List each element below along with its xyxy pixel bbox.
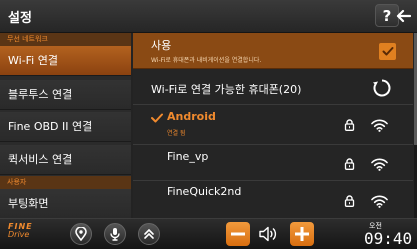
wifi-signal-icon <box>371 195 388 208</box>
map-location-button[interactable] <box>70 223 92 245</box>
lock-icon <box>344 195 355 207</box>
sidebar-item-wifi[interactable]: Wi-Fi 연결 <box>0 46 131 76</box>
wifi-use-checkbox[interactable] <box>379 43 396 60</box>
sidebar-item-quickservice[interactable]: 퀵서비스 연결 <box>0 145 131 175</box>
wifi-use-label: 사용 <box>151 39 172 52</box>
chevron-up-icon <box>144 228 154 239</box>
wifi-use-description: Wi-Fi로 휴대폰과 내비게이션을 연결합니다. <box>151 57 262 64</box>
available-phones-header: Wi-Fi로 연결 가능한 휴대폰(20) <box>133 70 413 105</box>
sidebar-item-bluetooth[interactable]: 블루투스 연결 <box>0 80 131 110</box>
microphone-icon <box>110 228 120 241</box>
device-row-android[interactable]: Android 연결 됨 <box>133 106 413 145</box>
back-button[interactable] <box>391 4 415 27</box>
volume-up-button[interactable] <box>290 222 314 246</box>
device-name: Android <box>167 110 216 123</box>
wifi-use-row[interactable]: 사용 Wi-Fi로 휴대폰과 내비게이션을 연결합니다. <box>133 33 413 69</box>
device-status: 연결 됨 <box>167 130 186 137</box>
device-row-fine-vp[interactable]: Fine_vp <box>133 146 413 181</box>
finedrive-logo[interactable]: FINE Drive <box>8 223 33 239</box>
settings-screen: 설정 ? 무선 네트워크 Wi-Fi 연결 블루투스 연결 Fine OBD I… <box>0 0 417 249</box>
wifi-settings-panel: 사용 Wi-Fi로 휴대폰과 내비게이션을 연결합니다. Wi-Fi로 연결 가… <box>133 33 417 218</box>
device-row-finequick2nd[interactable]: FineQuick2nd <box>133 182 413 218</box>
page-title: 설정 <box>8 11 32 26</box>
volume-down-button[interactable] <box>226 222 250 246</box>
back-arrow-icon <box>396 9 411 22</box>
speaker-icon <box>259 226 277 242</box>
bottom-toolbar: FINE Drive 오전 09:40 <box>0 218 417 249</box>
available-phones-label: Wi-Fi로 연결 가능한 휴대폰(20) <box>151 83 302 96</box>
voice-button[interactable] <box>104 223 126 245</box>
settings-sidebar: 무선 네트워크 Wi-Fi 연결 블루투스 연결 Fine OBD II 연결 … <box>0 33 131 219</box>
connected-check-icon <box>151 113 163 123</box>
sidebar-item-boot-screen[interactable]: 부팅화면 <box>0 189 131 219</box>
refresh-icon[interactable] <box>370 76 394 100</box>
sidebar-item-obd[interactable]: Fine OBD II 연결 <box>0 112 131 142</box>
device-name: Fine_vp <box>167 150 209 163</box>
clock-time: 09:40 <box>364 229 413 248</box>
menu-up-button[interactable] <box>138 223 160 245</box>
wifi-signal-icon <box>371 158 388 171</box>
location-pin-icon <box>75 227 87 241</box>
lock-icon <box>344 158 355 170</box>
checkmark-icon <box>382 47 393 56</box>
minus-icon <box>231 232 245 236</box>
section-label-user: 사용자 <box>0 176 131 189</box>
lock-icon <box>344 119 355 131</box>
section-label-wireless: 무선 네트워크 <box>0 33 131 46</box>
wifi-signal-icon <box>371 119 388 132</box>
plus-icon <box>295 227 309 241</box>
device-name: FineQuick2nd <box>167 185 242 198</box>
title-bar: 설정 ? <box>0 0 417 33</box>
logo-bottom-text: Drive <box>8 230 30 239</box>
